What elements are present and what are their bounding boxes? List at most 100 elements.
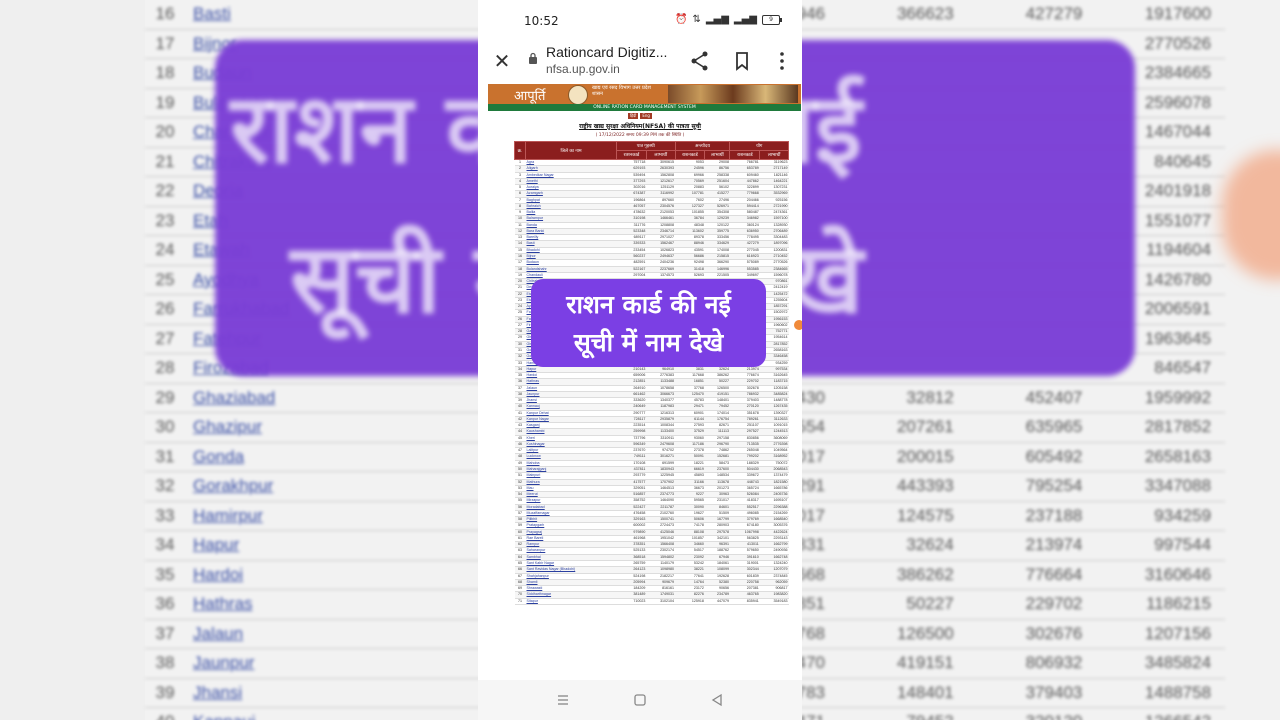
header-sub: राशनकार्ड xyxy=(729,150,761,160)
background-cell-value: 427279 xyxy=(1025,4,1083,24)
recents-icon[interactable] xyxy=(552,690,574,710)
home-icon[interactable] xyxy=(629,690,651,710)
background-cell-sno: 20 xyxy=(155,122,175,142)
background-cell-value: 148401 xyxy=(896,682,954,702)
background-cell-sno: 22 xyxy=(155,181,175,201)
back-icon[interactable] xyxy=(706,690,728,710)
overlay-line2: सूची में नाम देखे xyxy=(573,328,724,357)
background-cell-sno: 39 xyxy=(155,682,175,702)
background-cell-value: 443393 xyxy=(896,476,954,496)
background-cell-value: 50227 xyxy=(906,594,954,614)
background-cell-value: 79452 xyxy=(839,712,968,720)
page-title: Rationcard Digitiz... xyxy=(546,44,668,60)
background-cell-sno: 24 xyxy=(155,240,175,260)
header-sno: क्र. xyxy=(514,141,526,160)
background-cell-value: 3347088 xyxy=(1144,476,1212,496)
battery-icon: 9 xyxy=(762,14,782,25)
background-cell-value: 635965 xyxy=(1025,417,1083,437)
list-subtitle: ( 17/12/2022 समय 09:39 PM तक की स्थिति ) xyxy=(595,133,685,138)
background-cell-sno: 19 xyxy=(155,92,175,112)
background-cell-sno: 18 xyxy=(155,63,175,83)
background-cell-sno: 40 xyxy=(145,712,185,720)
background-cell-district: Ghazipur xyxy=(193,417,262,437)
background-cell-sno: 23 xyxy=(155,210,175,230)
background-cell-district: Hathras xyxy=(193,594,253,614)
nfsa-table: क्र. जिले का नाम पात्र गृहस्थी अन्त्योदय… xyxy=(514,141,789,605)
bookmark-icon[interactable] xyxy=(730,49,754,73)
background-cell-sno: 28 xyxy=(155,358,175,378)
background-cell-district: Ghaziabad xyxy=(193,387,276,407)
background-cell-value: 126500 xyxy=(896,623,954,643)
background-cell-sno: 36 xyxy=(155,594,175,614)
cell-value: 125918 xyxy=(675,598,705,605)
background-cell-value: 229702 xyxy=(1025,594,1083,614)
background-cell-value: 795254 xyxy=(1025,476,1083,496)
background-cell-sno: 21 xyxy=(155,151,175,171)
background-cell-sno: 33 xyxy=(155,505,175,525)
background-cell-sno: 16 xyxy=(155,4,175,24)
header-group-antyodaya: अन्त्योदय xyxy=(674,141,731,151)
background-cell-sno: 17 xyxy=(155,33,175,53)
background-cell-value: 379403 xyxy=(1025,682,1083,702)
cell-value: 710023 xyxy=(616,598,647,605)
background-cell-value: 806932 xyxy=(1025,653,1083,673)
system-nav-bar xyxy=(478,680,802,720)
floating-dot-icon[interactable] xyxy=(794,320,802,330)
lang-link-hindi[interactable]: हिंदी xyxy=(628,113,639,119)
background-cell-value: 1186215 xyxy=(1146,594,1212,614)
browser-toolbar: ✕ Rationcard Digitiz... nfsa.up.gov.in xyxy=(478,40,802,84)
language-links: हिंदी Eng xyxy=(628,113,652,119)
share-icon[interactable] xyxy=(688,49,712,73)
site-header: आपूर्ति खाद्य एवं रसद विभाग उत्तर प्रदेश… xyxy=(488,84,801,105)
status-icons: ⏰ ⇅ ▂▄▆ ▂▄▆ 9 xyxy=(675,14,782,25)
background-cell-value: 32624 xyxy=(906,535,954,555)
cell-district-link[interactable]: Sitapur xyxy=(525,598,617,605)
header-group-eligible: पात्र गृहस्थी xyxy=(616,141,676,151)
background-cell-value: 124575 xyxy=(896,505,954,525)
cell-value: 3549183 xyxy=(759,598,789,605)
background-cell-sno: 27 xyxy=(155,328,175,348)
background-cell-sno: 29 xyxy=(155,387,175,407)
background-cell-district: Hapur xyxy=(193,535,240,555)
background-left-margin xyxy=(0,0,145,720)
cell-sno: 71 xyxy=(514,598,526,605)
cell-value: 447079 xyxy=(704,598,730,605)
background-cell-sno: 31 xyxy=(155,446,175,466)
background-cell-value: 1488758 xyxy=(1144,682,1212,702)
signal-icon: ▂▄▆ xyxy=(705,14,729,25)
page-url[interactable]: nfsa.up.gov.in xyxy=(546,62,620,76)
background-cell-value: 3160646 xyxy=(1144,564,1212,584)
close-icon[interactable]: ✕ xyxy=(490,49,514,73)
nfsa-table-body: 1 Agra 757718 3090615 9053 29008 766781 3119623… xyxy=(514,159,789,605)
state-emblem-icon xyxy=(568,85,588,105)
background-cell-value: 2817852 xyxy=(1144,417,1212,437)
battery-level: 9 xyxy=(769,15,773,23)
data-icon: ⇅ xyxy=(692,14,701,25)
table-row: 71 Sitapur 710023 3102104 125918 447079 835941… xyxy=(514,598,789,605)
header-sub: लाभार्थी xyxy=(704,150,731,160)
list-title: राष्ट्रीय खाद्य सुरक्षा अधिनियम(NFSA) की… xyxy=(579,123,701,130)
background-cell-value: 207261 xyxy=(896,417,954,437)
background-cell-value: 366623 xyxy=(896,4,954,24)
background-cell-district: Kannauj xyxy=(185,712,453,720)
more-menu-icon[interactable] xyxy=(770,49,794,73)
header-photo-strip xyxy=(668,85,798,103)
background-cell-sno: 32 xyxy=(155,476,175,496)
background-cell-value: 386262 xyxy=(896,564,954,584)
status-bar: 10:52 ⏰ ⇅ ▂▄▆ ▂▄▆ 9 xyxy=(478,0,802,40)
background-cell-value: 302676 xyxy=(1025,623,1083,643)
background-cell-value: 1266542 xyxy=(1096,712,1225,720)
status-time: 10:52 xyxy=(524,14,559,28)
background-orange-blob xyxy=(1222,150,1280,280)
background-cell-value: 1917600 xyxy=(1144,4,1212,24)
background-cell-value: 2658163 xyxy=(1144,446,1212,466)
overlay-line1: राशन कार्ड की नई xyxy=(566,290,731,319)
lang-link-english[interactable]: Eng xyxy=(640,113,652,119)
background-cell-value: 32812 xyxy=(906,387,954,407)
background-cell-sno: 25 xyxy=(155,269,175,289)
background-cell-sno: 37 xyxy=(155,623,175,643)
header-sub: राशनकार्ड xyxy=(616,150,647,160)
background-cell-district: Gonda xyxy=(193,446,245,466)
cell-value: 3102104 xyxy=(646,598,676,605)
phone-screen: 10:52 ⏰ ⇅ ▂▄▆ ▂▄▆ 9 ✕ Rationcard Digitiz… xyxy=(478,0,802,720)
